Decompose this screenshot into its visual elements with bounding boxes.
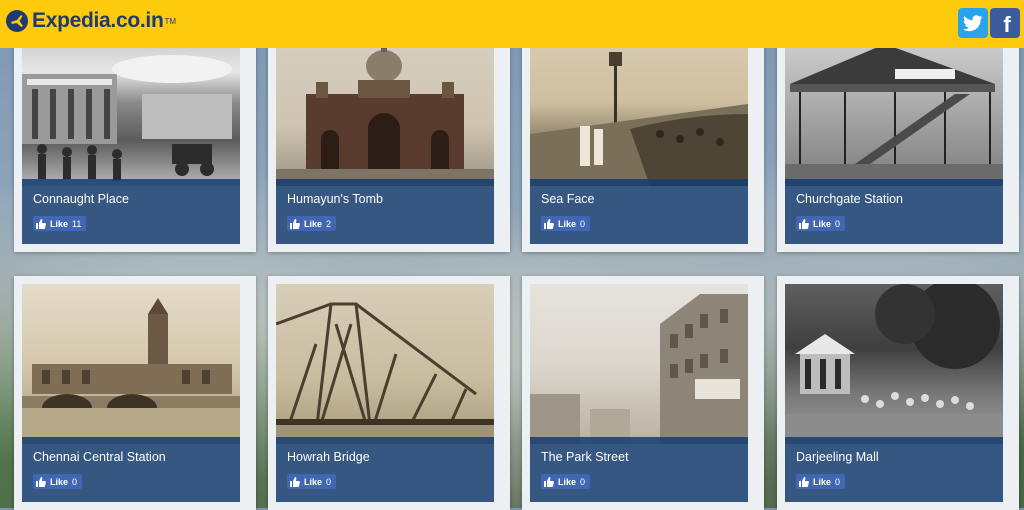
facebook-icon: f [1003, 12, 1011, 37]
place-photo[interactable] [785, 284, 1003, 444]
place-photo[interactable] [22, 284, 240, 444]
facebook-like-button[interactable]: Like 0 [33, 474, 83, 489]
facebook-like-button[interactable]: Like 0 [796, 216, 846, 231]
card-caption: Churchgate Station Like 0 [785, 179, 1003, 244]
plane-icon [6, 10, 28, 32]
like-count: 0 [835, 476, 841, 487]
like-label: Like [813, 218, 832, 229]
like-label: Like [50, 476, 69, 487]
place-card-connaught-place[interactable]: Connaught Place Like 11 [14, 26, 256, 252]
facebook-like-button[interactable]: Like 0 [541, 474, 591, 489]
place-card-chennai-central-station[interactable]: Chennai Central Station Like 0 [14, 276, 256, 510]
thumbs-up-icon [544, 476, 554, 487]
place-title[interactable]: Howrah Bridge [287, 450, 370, 464]
thumbs-up-icon [799, 218, 809, 229]
twitter-share-button[interactable] [958, 8, 988, 38]
like-count: 0 [580, 218, 586, 229]
place-photo[interactable] [22, 34, 240, 186]
facebook-share-button[interactable]: f [990, 8, 1020, 38]
place-card-darjeeling-mall[interactable]: Darjeeling Mall Like 0 [777, 276, 1019, 510]
like-count: 0 [580, 476, 586, 487]
header-bar: Expedia.co.in TM f [0, 0, 1024, 48]
facebook-like-button[interactable]: Like 11 [33, 216, 87, 231]
like-count: 2 [326, 218, 332, 229]
like-label: Like [558, 476, 577, 487]
place-title[interactable]: Humayun's Tomb [287, 192, 383, 206]
like-label: Like [813, 476, 832, 487]
card-caption: The Park Street Like 0 [530, 437, 748, 502]
twitter-icon [963, 14, 983, 31]
facebook-like-button[interactable]: Like 0 [796, 474, 846, 489]
like-label: Like [50, 218, 69, 229]
thumbs-up-icon [290, 218, 300, 229]
place-photo[interactable] [785, 34, 1003, 186]
place-card-the-park-street[interactable]: The Park Street Like 0 [522, 276, 764, 510]
place-photo[interactable] [530, 34, 748, 186]
place-title[interactable]: Sea Face [541, 192, 595, 206]
thumbs-up-icon [36, 218, 46, 229]
card-caption: Howrah Bridge Like 0 [276, 437, 494, 502]
card-caption: Chennai Central Station Like 0 [22, 437, 240, 502]
logo-text: Expedia.co.in [32, 9, 164, 32]
thumbs-up-icon [799, 476, 809, 487]
card-caption: Sea Face Like 0 [530, 179, 748, 244]
facebook-like-button[interactable]: Like 0 [287, 474, 337, 489]
place-photo[interactable] [530, 284, 748, 444]
place-title[interactable]: Connaught Place [33, 192, 129, 206]
like-count: 11 [72, 218, 82, 229]
facebook-like-button[interactable]: Like 2 [287, 216, 337, 231]
place-title[interactable]: Chennai Central Station [33, 450, 166, 464]
like-label: Like [558, 218, 577, 229]
place-card-howrah-bridge[interactable]: Howrah Bridge Like 0 [268, 276, 510, 510]
like-count: 0 [72, 476, 78, 487]
thumbs-up-icon [290, 476, 300, 487]
place-photo[interactable] [276, 34, 494, 186]
like-label: Like [304, 218, 323, 229]
like-label: Like [304, 476, 323, 487]
like-count: 0 [835, 218, 841, 229]
place-photo[interactable] [276, 284, 494, 444]
place-card-churchgate-station[interactable]: Churchgate Station Like 0 [777, 26, 1019, 252]
card-caption: Darjeeling Mall Like 0 [785, 437, 1003, 502]
place-title[interactable]: The Park Street [541, 450, 629, 464]
expedia-logo[interactable]: Expedia.co.in TM [6, 9, 176, 33]
thumbs-up-icon [544, 218, 554, 229]
place-title[interactable]: Churchgate Station [796, 192, 903, 206]
place-title[interactable]: Darjeeling Mall [796, 450, 879, 464]
like-count: 0 [326, 476, 332, 487]
facebook-like-button[interactable]: Like 0 [541, 216, 591, 231]
thumbs-up-icon [36, 476, 46, 487]
place-card-sea-face[interactable]: Sea Face Like 0 [522, 26, 764, 252]
place-card-humayuns-tomb[interactable]: Humayun's Tomb Like 2 [268, 26, 510, 252]
card-caption: Connaught Place Like 11 [22, 179, 240, 244]
card-caption: Humayun's Tomb Like 2 [276, 179, 494, 244]
trademark-mark: TM [164, 16, 177, 26]
